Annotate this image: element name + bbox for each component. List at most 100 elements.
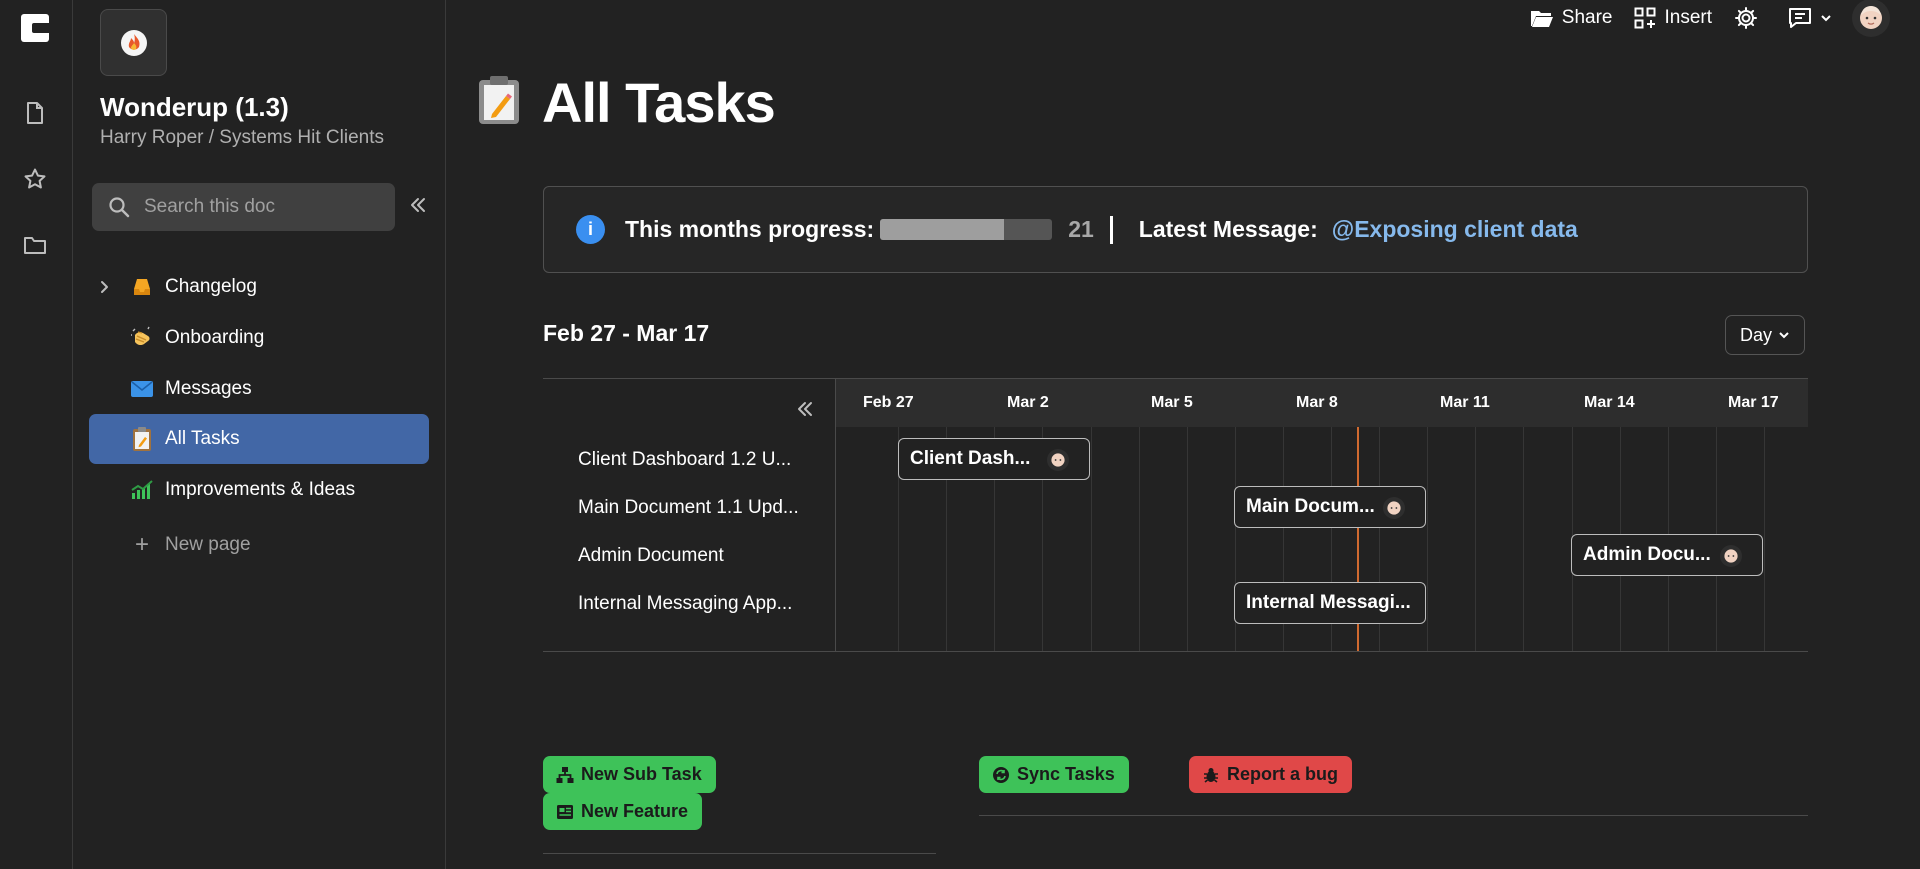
new-page-label: New page <box>165 534 251 556</box>
sidebar-item-label: Onboarding <box>165 326 265 348</box>
assignee-avatar[interactable] <box>1383 497 1405 519</box>
day-gridline <box>1091 427 1092 651</box>
clipboard-icon[interactable] <box>476 74 522 131</box>
task-name[interactable]: Admin Document <box>578 545 724 567</box>
comments-button[interactable] <box>1788 7 1832 29</box>
chevron-right-icon[interactable] <box>99 279 111 301</box>
coda-logo-icon[interactable] <box>21 14 49 42</box>
button-label: New Feature <box>581 801 689 821</box>
top-toolbar: Share Insert <box>1508 0 1890 37</box>
gantt-chart: Client Dashboard 1.2 U... Main Document … <box>543 378 1808 652</box>
task-bar-label: Internal Messagi... <box>1246 592 1411 613</box>
progress-value: 21 <box>1068 216 1094 242</box>
day-gridline <box>1523 427 1524 651</box>
chart-increasing-icon <box>129 477 155 503</box>
folder-icon[interactable] <box>22 232 48 258</box>
timeline-dates-header: Feb 27 Mar 2 Mar 5 Mar 8 Mar 11 Mar 14 M… <box>836 379 1808 427</box>
star-icon[interactable] <box>22 166 48 192</box>
sidebar-item-label: Changelog <box>165 276 257 297</box>
button-label: Sync Tasks <box>1017 764 1115 784</box>
doc-logo-icon[interactable] <box>100 9 167 76</box>
view-select-value: Day <box>1739 324 1772 345</box>
user-avatar[interactable] <box>1852 0 1890 37</box>
search-placeholder: Search this doc <box>144 196 275 217</box>
date-label: Mar 17 <box>1728 394 1779 411</box>
sidebar-item-changelog[interactable]: Changelog <box>89 262 429 312</box>
task-bar[interactable]: Client Dash... <box>898 438 1090 480</box>
plus-icon: + <box>134 531 149 559</box>
view-select[interactable]: Day <box>1725 315 1805 355</box>
sync-tasks-button[interactable]: Sync Tasks <box>979 756 1129 793</box>
sidebar-nav: Changelog Onboarding Messages All Tasks … <box>89 262 429 565</box>
progress-fill <box>880 219 1005 240</box>
bug-icon <box>1204 767 1218 783</box>
task-bar-label: Admin Docu... <box>1583 544 1711 565</box>
day-gridline <box>1139 427 1140 651</box>
gear-icon <box>1735 7 1757 29</box>
day-gridline <box>1427 427 1428 651</box>
sync-icon <box>993 766 1009 783</box>
date-label: Mar 5 <box>1151 394 1193 411</box>
date-label: Feb 27 <box>863 394 914 411</box>
collapse-tasks-icon[interactable] <box>795 399 815 424</box>
progress-banner: i This months progress: 21 Latest Messag… <box>543 186 1808 273</box>
page-header: All Tasks <box>476 70 776 135</box>
task-list: Client Dashboard 1.2 U... Main Document … <box>543 379 836 651</box>
sidebar-item-label: All Tasks <box>165 428 240 450</box>
grid-plus-icon <box>1634 7 1656 29</box>
message-label: Latest Message: <box>1138 216 1318 242</box>
date-label: Mar 2 <box>1007 394 1049 411</box>
divider <box>979 815 1808 816</box>
report-bug-button[interactable]: Report a bug <box>1189 756 1352 793</box>
sidebar: Wonderup (1.3) Harry Roper / Systems Hit… <box>73 0 446 869</box>
sidebar-item-label: Messages <box>165 377 252 399</box>
task-name[interactable]: Main Document 1.1 Upd... <box>578 497 799 519</box>
search-input[interactable]: Search this doc <box>92 183 395 231</box>
new-sub-task-button[interactable]: New Sub Task <box>543 756 716 793</box>
progress-bar <box>880 219 1053 240</box>
inbox-tray-icon <box>129 274 155 300</box>
timeline-grid: Feb 27 Mar 2 Mar 5 Mar 8 Mar 11 Mar 14 M… <box>836 379 1808 651</box>
new-feature-button[interactable]: New Feature <box>543 793 703 830</box>
assignee-avatar[interactable] <box>1720 545 1742 567</box>
sidebar-item-messages[interactable]: Messages <box>89 364 429 414</box>
envelope-icon <box>129 376 155 402</box>
new-page-button[interactable]: + New page <box>89 525 429 565</box>
sidebar-item-improvements[interactable]: Improvements & Ideas <box>89 465 429 515</box>
separator <box>1109 215 1113 244</box>
day-gridline <box>1187 427 1188 651</box>
button-label: Report a bug <box>1227 764 1338 784</box>
folder-open-icon <box>1530 11 1553 27</box>
date-label: Mar 11 <box>1440 394 1490 411</box>
collapse-sidebar-icon[interactable] <box>408 195 432 219</box>
doc-icon[interactable] <box>22 100 48 126</box>
search-icon <box>109 197 130 218</box>
date-label: Mar 8 <box>1296 394 1338 411</box>
insert-button[interactable]: Insert <box>1634 7 1712 29</box>
task-bar[interactable]: Internal Messagi... <box>1234 582 1426 624</box>
sidebar-item-label: Improvements & Ideas <box>165 479 356 501</box>
chevron-down-icon <box>1821 15 1831 22</box>
insert-label: Insert <box>1664 7 1712 28</box>
doc-breadcrumb[interactable]: Harry Roper / Systems Hit Clients <box>100 127 384 149</box>
sidebar-item-onboarding[interactable]: Onboarding <box>89 313 429 363</box>
task-bar[interactable]: Main Docum... <box>1234 486 1426 528</box>
hierarchy-icon <box>556 766 574 783</box>
doc-title: Wonderup (1.3) <box>100 92 289 122</box>
sidebar-item-all-tasks[interactable]: All Tasks <box>89 414 429 465</box>
share-label: Share <box>1561 7 1613 28</box>
divider <box>543 853 936 854</box>
share-button[interactable]: Share <box>1530 7 1613 29</box>
task-name[interactable]: Internal Messaging App... <box>578 593 792 615</box>
task-bar[interactable]: Admin Docu... <box>1571 534 1763 576</box>
button-label: New Sub Task <box>581 764 702 784</box>
page-title: All Tasks <box>542 71 776 134</box>
task-bar-label: Client Dash... <box>910 448 1031 469</box>
waving-hand-icon <box>129 325 155 351</box>
task-bar-label: Main Docum... <box>1246 496 1375 517</box>
assignee-avatar[interactable] <box>1047 449 1069 471</box>
progress-label: This months progress: <box>625 216 875 242</box>
settings-button[interactable] <box>1734 6 1766 30</box>
latest-message-link[interactable]: @Exposing client data <box>1332 216 1578 243</box>
task-name[interactable]: Client Dashboard 1.2 U... <box>578 449 791 471</box>
